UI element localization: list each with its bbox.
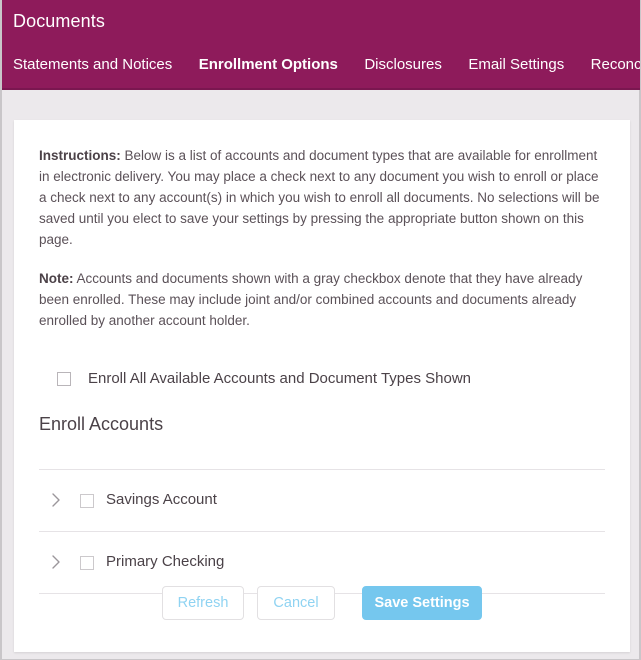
cancel-button[interactable]: Cancel (257, 586, 335, 620)
main-nav: Statements and Notices Enrollment Option… (2, 54, 640, 82)
chevron-right-icon[interactable] (52, 493, 60, 507)
account-checkbox-primary-checking[interactable] (80, 556, 94, 570)
instructions-lead: Instructions: (39, 148, 121, 163)
chevron-right-icon[interactable] (52, 555, 60, 569)
page-title: Documents (13, 11, 105, 31)
enroll-all-row[interactable]: Enroll All Available Accounts and Docume… (39, 365, 605, 395)
note-lead: Note: (39, 271, 74, 286)
save-settings-button[interactable]: Save Settings (362, 586, 482, 620)
nav-item-disclosures[interactable]: Disclosures (364, 54, 442, 76)
account-checkbox-savings[interactable] (80, 494, 94, 508)
refresh-button[interactable]: Refresh (162, 586, 244, 620)
enroll-all-checkbox[interactable] (57, 372, 71, 386)
nav-item-reconciliation[interactable]: Reconciliation W (591, 54, 640, 76)
enrollment-options-card: Instructions: Below is a list of account… (14, 120, 630, 652)
enroll-all-label[interactable]: Enroll All Available Accounts and Docume… (88, 365, 471, 393)
nav-item-enrollment-options[interactable]: Enrollment Options (199, 54, 338, 76)
right-edge-rule (639, 90, 640, 659)
note-paragraph: Note: Accounts and documents shown with … (39, 268, 605, 331)
section-heading-enroll-accounts: Enroll Accounts (39, 414, 164, 434)
note-text: Accounts and documents shown with a gray… (39, 271, 583, 328)
account-row-savings[interactable]: Savings Account (39, 470, 605, 532)
instructions-block: Instructions: Below is a list of account… (39, 145, 605, 349)
content-area: Instructions: Below is a list of account… (2, 90, 640, 659)
account-row-primary-checking[interactable]: Primary Checking (39, 532, 605, 594)
nav-item-email-settings[interactable]: Email Settings (468, 54, 564, 76)
app-header: Documents Statements and Notices Enrollm… (2, 0, 640, 90)
instructions-text: Below is a list of accounts and document… (39, 148, 600, 247)
nav-item-statements-and-notices[interactable]: Statements and Notices (13, 54, 172, 76)
account-label-primary-checking[interactable]: Primary Checking (106, 547, 224, 577)
account-list: Savings Account Primary Checking (39, 469, 605, 594)
button-bar: Refresh Cancel Save Settings (14, 586, 630, 632)
instructions-paragraph: Instructions: Below is a list of account… (39, 145, 605, 250)
page-frame: Documents Statements and Notices Enrollm… (0, 0, 641, 660)
account-label-savings[interactable]: Savings Account (106, 485, 217, 515)
